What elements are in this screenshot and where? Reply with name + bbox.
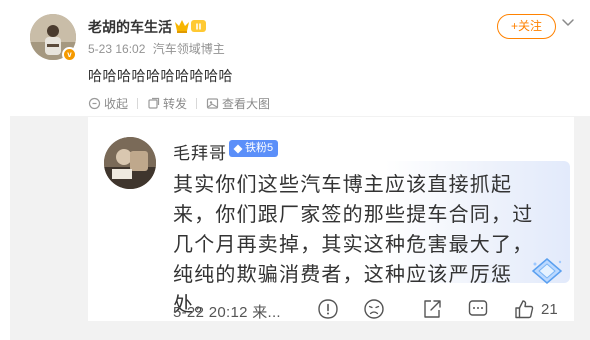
diamond-sticker-icon (531, 258, 563, 284)
author-tag: 汽车领域博主 (152, 42, 225, 56)
collapse-label: 收起 (104, 96, 129, 111)
crown-level-icon[interactable]: II (173, 17, 207, 34)
post-time[interactable]: 5-23 16:02 (88, 42, 145, 56)
media-action-bar: 收起 转发 查看大图 (88, 94, 270, 112)
post-meta: 5-23 16:02 汽车领域博主 (88, 40, 225, 57)
warning-icon (318, 299, 338, 319)
follow-button[interactable]: +关注 (497, 14, 556, 39)
divider (196, 97, 198, 109)
commenter-avatar (104, 137, 156, 189)
diamond-icon (233, 144, 243, 153)
image-icon (206, 97, 219, 109)
comment-time: 5-22 20:12 来... (173, 304, 281, 321)
collapse-icon (88, 97, 101, 109)
view-large-button[interactable]: 查看大图 (206, 95, 270, 112)
weibo-post: v 老胡的车生活 II 5-23 16:02 汽车领域博主 +关注 哈哈哈哈哈哈… (0, 0, 590, 340)
verified-badge-icon: v (62, 47, 77, 62)
commenter-avatar-photo (104, 137, 156, 189)
thumb-up-icon (515, 300, 534, 319)
author-name[interactable]: 老胡的车生活 (88, 17, 172, 37)
like-count: 21 (541, 301, 558, 318)
sad-face-icon (364, 299, 384, 319)
chevron-down-icon[interactable] (561, 15, 575, 29)
post-content: 哈哈哈哈哈哈哈哈哈哈 (88, 68, 233, 84)
share-icon (424, 300, 441, 318)
collapse-button[interactable]: 收起 (88, 95, 128, 112)
repost-icon (148, 97, 160, 109)
fan-badge: 铁粉5 (229, 140, 279, 157)
comment-icon (468, 300, 488, 316)
divider (137, 97, 139, 109)
view-large-label: 查看大图 (222, 96, 271, 111)
repost-image-button[interactable]: 转发 (147, 95, 187, 112)
svg-text:II: II (196, 23, 202, 32)
fan-badge-label: 铁粉5 (245, 142, 274, 154)
repost-label: 转发 (163, 96, 188, 111)
